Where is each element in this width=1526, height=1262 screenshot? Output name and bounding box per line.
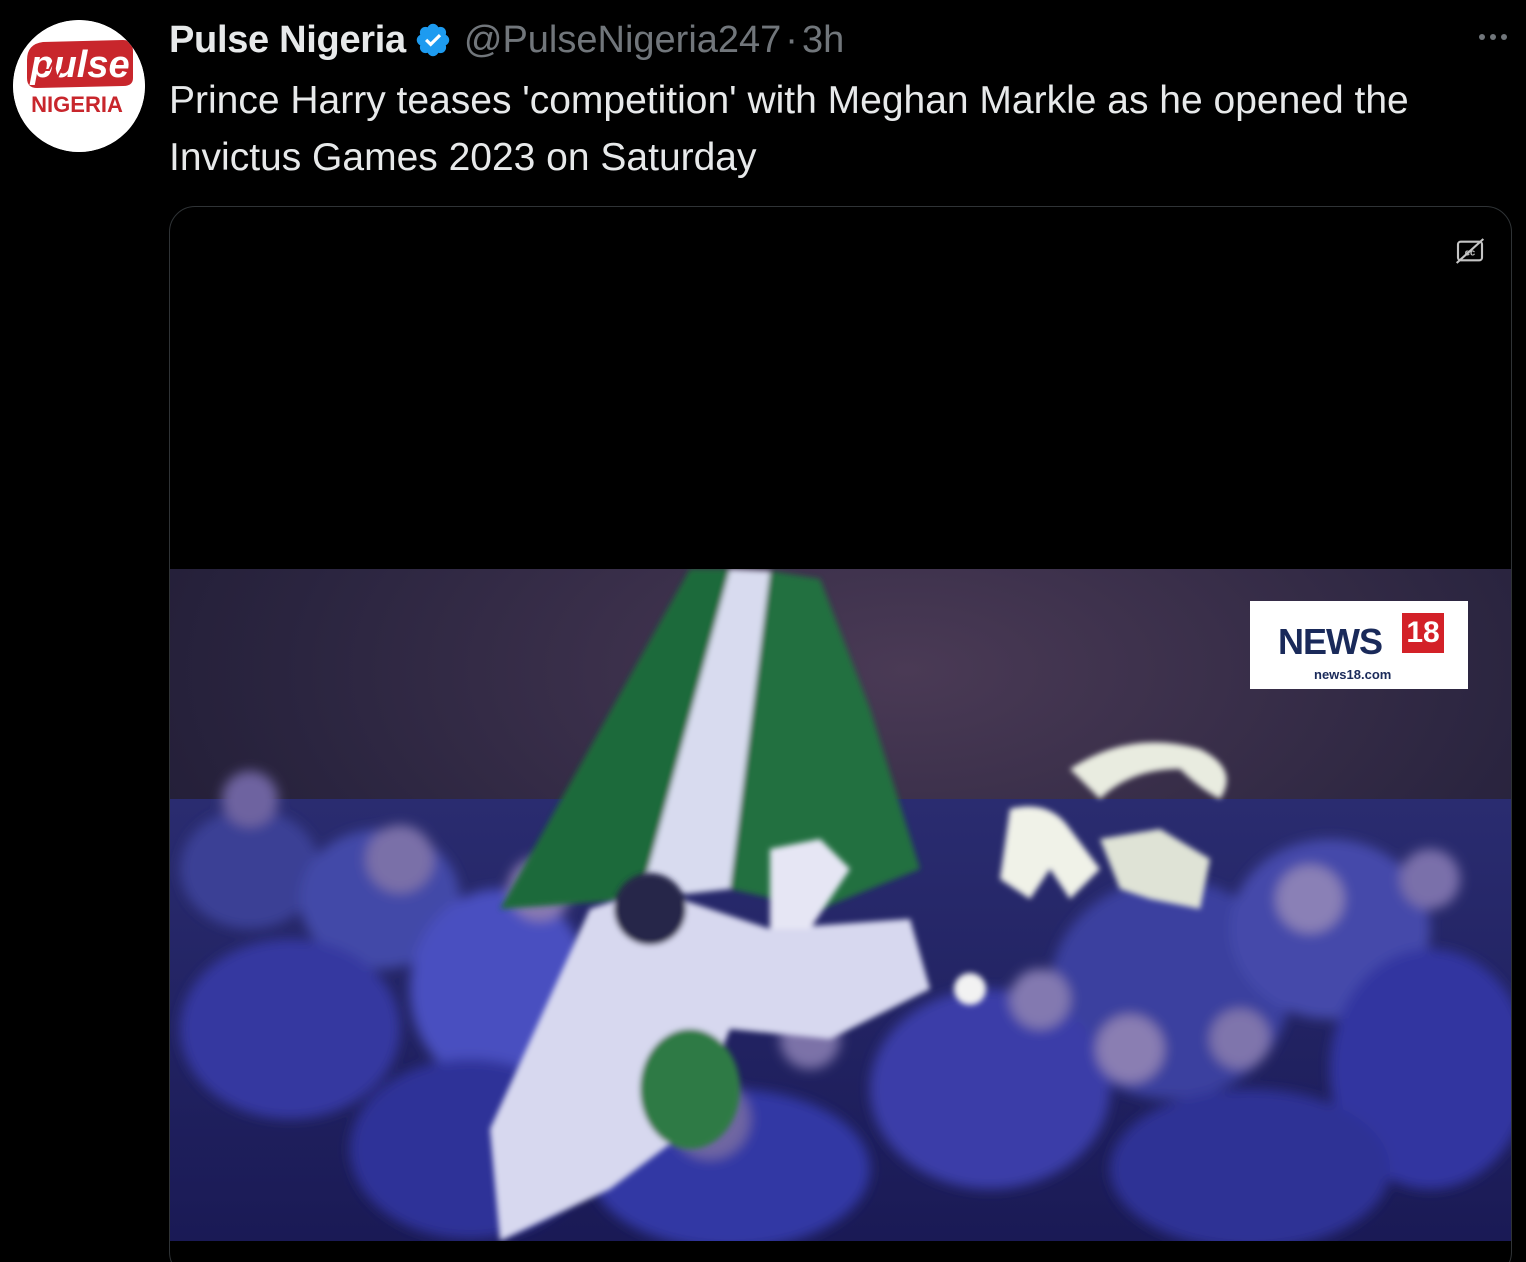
more-options-button[interactable] — [1470, 22, 1516, 52]
logo-subtext: NIGERIA — [31, 92, 123, 117]
timestamp[interactable]: 3h — [802, 19, 844, 62]
video-frame[interactable]: NEWS 18 news18.com — [170, 569, 1511, 1241]
pulse-nigeria-logo: pulse NIGERIA — [13, 20, 145, 152]
separator-dot: · — [785, 18, 798, 61]
profile-avatar[interactable]: pulse NIGERIA — [13, 20, 145, 152]
tweet-text: Prince Harry teases 'competition' with M… — [169, 79, 1409, 179]
video-player[interactable]: cc NEWS 18 news18.com — [169, 206, 1512, 1262]
user-handle[interactable]: @PulseNigeria247 — [464, 19, 781, 62]
badge-number: 18 — [1402, 613, 1444, 653]
svg-text:cc: cc — [1465, 248, 1475, 258]
broadcaster-badge: NEWS 18 news18.com — [1250, 601, 1468, 689]
badge-url: news18.com — [1314, 667, 1392, 682]
logo-text: pulse — [29, 44, 129, 86]
verified-badge-icon[interactable] — [414, 21, 452, 59]
display-name[interactable]: Pulse Nigeria — [169, 19, 406, 62]
closed-captions-icon[interactable]: cc — [1454, 235, 1486, 267]
badge-word: NEWS — [1278, 621, 1383, 662]
ellipsis-icon — [1479, 34, 1507, 40]
tweet-page: pulse NIGERIA Pulse Nigeria @PulseNigeri… — [0, 0, 1526, 1262]
tweet-header: Pulse Nigeria @PulseNigeria247 · 3h — [169, 14, 844, 66]
